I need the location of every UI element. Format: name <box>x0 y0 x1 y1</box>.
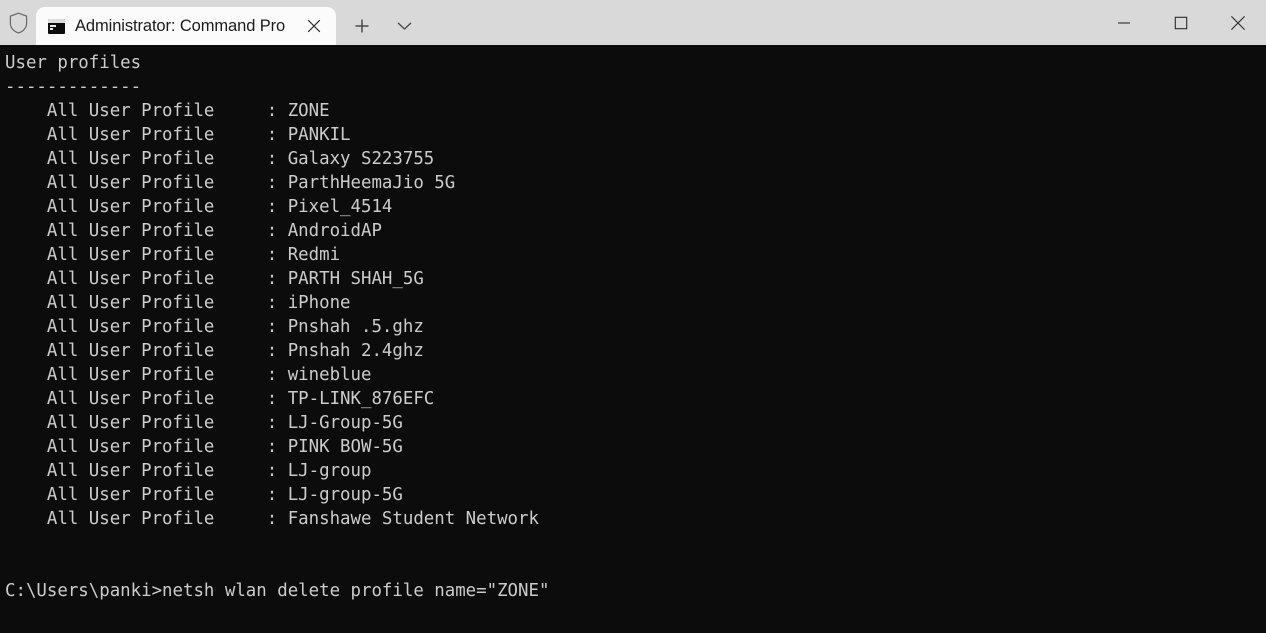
close-icon <box>1230 15 1246 31</box>
minimize-icon <box>1117 16 1131 30</box>
tab-title: Administrator: Command Pro <box>75 16 286 35</box>
window-controls <box>1095 0 1266 45</box>
minimize-button[interactable] <box>1095 0 1152 45</box>
tab-close-icon[interactable] <box>300 12 328 40</box>
title-bar: Administrator: Command Pro <box>0 0 1266 45</box>
console-icon <box>48 18 65 34</box>
plus-icon <box>354 18 370 34</box>
console-output: User profiles ------------- All User Pro… <box>5 53 550 601</box>
tab-strip: Administrator: Command Pro <box>36 0 422 45</box>
chevron-down-icon <box>397 21 412 31</box>
terminal-screen[interactable]: User profiles ------------- All User Pro… <box>0 45 1266 633</box>
close-button[interactable] <box>1209 0 1266 45</box>
tab-dropdown-button[interactable] <box>386 7 422 45</box>
new-tab-button[interactable] <box>344 7 380 45</box>
tab-command-prompt[interactable]: Administrator: Command Pro <box>36 7 336 45</box>
maximize-button[interactable] <box>1152 0 1209 45</box>
admin-shield-icon <box>0 0 36 45</box>
maximize-icon <box>1174 16 1188 30</box>
